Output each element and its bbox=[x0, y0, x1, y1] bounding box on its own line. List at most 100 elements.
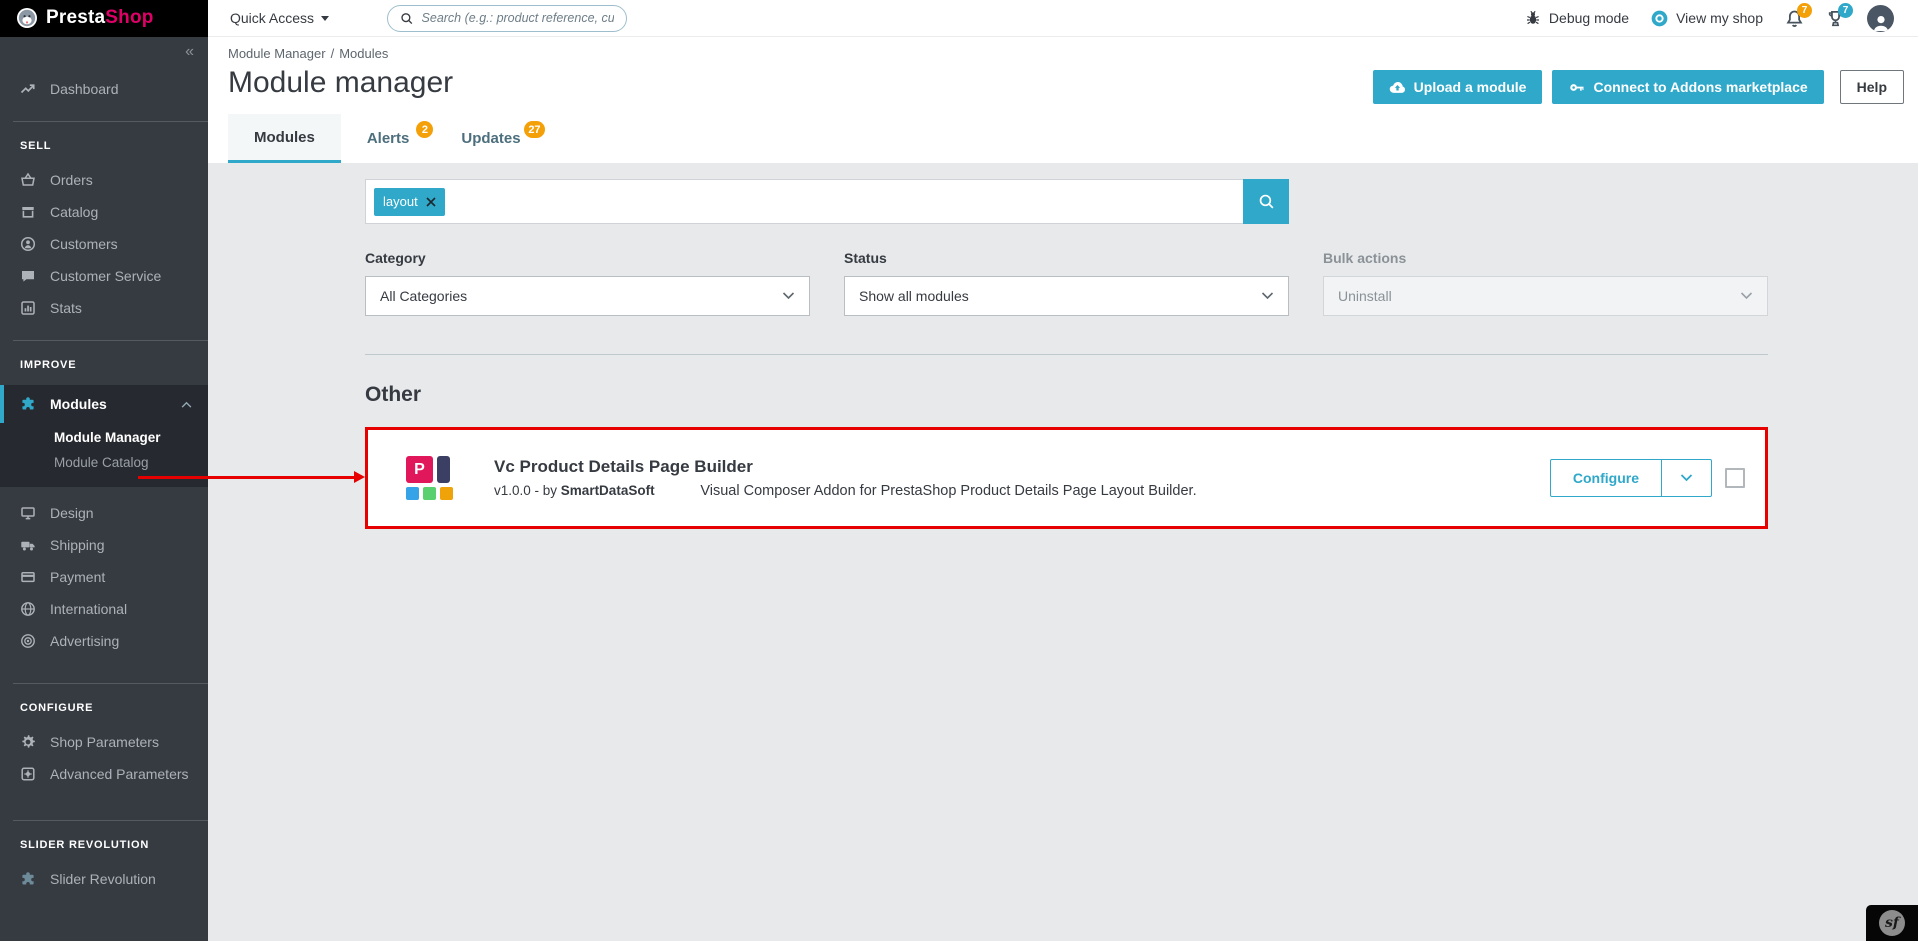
status-label: Status bbox=[844, 250, 1289, 266]
breadcrumb-modules: Modules bbox=[339, 46, 388, 61]
symfony-logo: sf bbox=[1879, 910, 1905, 936]
status-select[interactable]: Show all modules bbox=[844, 276, 1289, 316]
person-icon bbox=[1869, 10, 1893, 32]
sidebar-item-slider-revolution[interactable]: Slider Revolution bbox=[0, 863, 208, 895]
global-search-input[interactable] bbox=[422, 11, 615, 25]
sidebar-item-modules[interactable]: Modules bbox=[0, 385, 208, 423]
category-label: Category bbox=[365, 250, 810, 266]
module-checkbox[interactable] bbox=[1725, 468, 1745, 488]
page-title: Module manager bbox=[228, 64, 453, 102]
tab-bar: Modules Alerts 2 Updates 27 bbox=[228, 114, 1904, 163]
tab-modules-label: Modules bbox=[254, 129, 315, 146]
sidebar-item-label: Dashboard bbox=[50, 81, 119, 97]
modules-menu-block: Modules Module Manager Module Catalog bbox=[0, 385, 208, 487]
module-description: Visual Composer Addon for PrestaShop Pro… bbox=[700, 483, 1196, 499]
module-highlight-box: P Vc Product Details Page Builder v1.0.0… bbox=[365, 427, 1768, 529]
tab-updates[interactable]: Updates 27 bbox=[435, 114, 546, 163]
sidebar-item-label: Modules bbox=[50, 396, 107, 412]
title-row: Module manager Upload a module Connect t… bbox=[228, 64, 1904, 104]
sidebar-item-shipping[interactable]: Shipping bbox=[0, 529, 208, 561]
module-search-input[interactable] bbox=[445, 194, 1243, 210]
quick-access-menu[interactable]: Quick Access bbox=[230, 10, 329, 26]
bulk-actions-label: Bulk actions bbox=[1323, 250, 1768, 266]
symfony-toolbar-button[interactable]: sf bbox=[1866, 905, 1918, 941]
sidebar-item-label: Catalog bbox=[50, 204, 98, 220]
status-value: Show all modules bbox=[859, 288, 969, 304]
module-search-button[interactable] bbox=[1243, 179, 1289, 224]
sidebar-subitem-module-manager[interactable]: Module Manager bbox=[54, 425, 208, 450]
user-avatar[interactable] bbox=[1867, 5, 1894, 32]
chevron-down-icon bbox=[1740, 292, 1753, 300]
sidebar-item-design[interactable]: Design bbox=[0, 497, 208, 529]
module-row: P Vc Product Details Page Builder v1.0.0… bbox=[368, 430, 1765, 526]
debug-mode-label: Debug mode bbox=[1549, 10, 1629, 26]
category-select[interactable]: All Categories bbox=[365, 276, 810, 316]
eye-icon bbox=[1651, 10, 1668, 27]
sidebar-item-customer-service[interactable]: Customer Service bbox=[0, 260, 208, 292]
search-tag-label: layout bbox=[383, 194, 418, 209]
sidebar-item-stats[interactable]: Stats bbox=[0, 292, 208, 324]
module-logo-bar bbox=[437, 456, 450, 483]
truck-icon bbox=[20, 537, 36, 553]
monitor-icon bbox=[20, 505, 36, 521]
connect-addons-button[interactable]: Connect to Addons marketplace bbox=[1552, 70, 1823, 104]
sidebar-collapse-button[interactable]: « bbox=[185, 43, 194, 61]
module-logo-square-orange bbox=[440, 487, 453, 500]
header-buttons: Upload a module Connect to Addons market… bbox=[1373, 70, 1904, 104]
breadcrumb-module-manager[interactable]: Module Manager bbox=[228, 46, 326, 61]
cloud-upload-icon bbox=[1389, 79, 1406, 96]
notifications-bell[interactable]: 7 bbox=[1785, 9, 1804, 28]
topbar: PrestaShop Quick Access Debug mode View … bbox=[0, 0, 1918, 37]
bulk-actions-value: Uninstall bbox=[1338, 288, 1392, 304]
sidebar-item-dashboard[interactable]: Dashboard bbox=[0, 73, 208, 105]
sidebar-item-advertising[interactable]: Advertising bbox=[0, 625, 208, 657]
prestashop-logo[interactable]: PrestaShop bbox=[0, 0, 208, 37]
caret-down-icon bbox=[321, 16, 329, 21]
module-info: Vc Product Details Page Builder v1.0.0 -… bbox=[494, 457, 1197, 499]
puzzle-icon bbox=[20, 396, 36, 412]
sidebar-subitem-module-catalog[interactable]: Module Catalog bbox=[54, 450, 208, 475]
sidebar-item-international[interactable]: International bbox=[0, 593, 208, 625]
announcements-trophy[interactable]: 7 bbox=[1826, 9, 1845, 28]
sidebar-item-label: Payment bbox=[50, 569, 105, 585]
chevron-down-icon bbox=[782, 292, 795, 300]
breadcrumb: Module Manager/Modules bbox=[228, 46, 1904, 61]
updates-count-badge: 27 bbox=[524, 121, 544, 138]
module-searchbar: layout bbox=[365, 179, 1289, 224]
sidebar-item-label: Advanced Parameters bbox=[50, 766, 189, 782]
tab-updates-label: Updates bbox=[461, 130, 520, 147]
sidebar-item-label: Shipping bbox=[50, 537, 105, 553]
bulk-actions-filter: Bulk actions Uninstall bbox=[1323, 250, 1768, 316]
sidebar-item-customers[interactable]: Customers bbox=[0, 228, 208, 260]
credit-card-icon bbox=[20, 569, 36, 585]
category-section-heading: Other bbox=[365, 383, 1768, 407]
configure-button[interactable]: Configure bbox=[1551, 460, 1661, 496]
sidebar-item-catalog[interactable]: Catalog bbox=[0, 196, 208, 228]
brand-wordmark: PrestaShop bbox=[46, 7, 154, 29]
sidebar-item-orders[interactable]: Orders bbox=[0, 164, 208, 196]
global-search[interactable] bbox=[387, 5, 627, 32]
annotation-arrow bbox=[138, 476, 354, 479]
bulk-actions-select[interactable]: Uninstall bbox=[1323, 276, 1768, 316]
remove-tag-icon[interactable] bbox=[426, 197, 436, 207]
chevron-down-icon bbox=[1680, 474, 1693, 482]
view-my-shop[interactable]: View my shop bbox=[1651, 10, 1763, 27]
sidebar-item-label: Slider Revolution bbox=[50, 871, 156, 887]
sidebar-item-advanced-parameters[interactable]: Advanced Parameters bbox=[0, 758, 208, 790]
configure-dropdown-toggle[interactable] bbox=[1661, 460, 1711, 496]
basket-icon bbox=[20, 172, 36, 188]
sidebar-item-payment[interactable]: Payment bbox=[0, 561, 208, 593]
tab-alerts-label: Alerts bbox=[367, 130, 410, 147]
upload-module-label: Upload a module bbox=[1414, 79, 1527, 95]
sidebar-item-label: Shop Parameters bbox=[50, 734, 159, 750]
tab-modules[interactable]: Modules bbox=[228, 114, 341, 163]
module-author: SmartDataSoft bbox=[561, 483, 655, 498]
gear-box-icon bbox=[20, 766, 36, 782]
upload-module-button[interactable]: Upload a module bbox=[1373, 70, 1543, 104]
sidebar-item-shop-parameters[interactable]: Shop Parameters bbox=[0, 726, 208, 758]
sidebar-item-label: Customers bbox=[50, 236, 118, 252]
tab-alerts[interactable]: Alerts 2 bbox=[341, 114, 436, 163]
search-tag-layout: layout bbox=[374, 188, 445, 216]
help-button[interactable]: Help bbox=[1840, 70, 1904, 104]
debug-mode[interactable]: Debug mode bbox=[1525, 10, 1629, 26]
